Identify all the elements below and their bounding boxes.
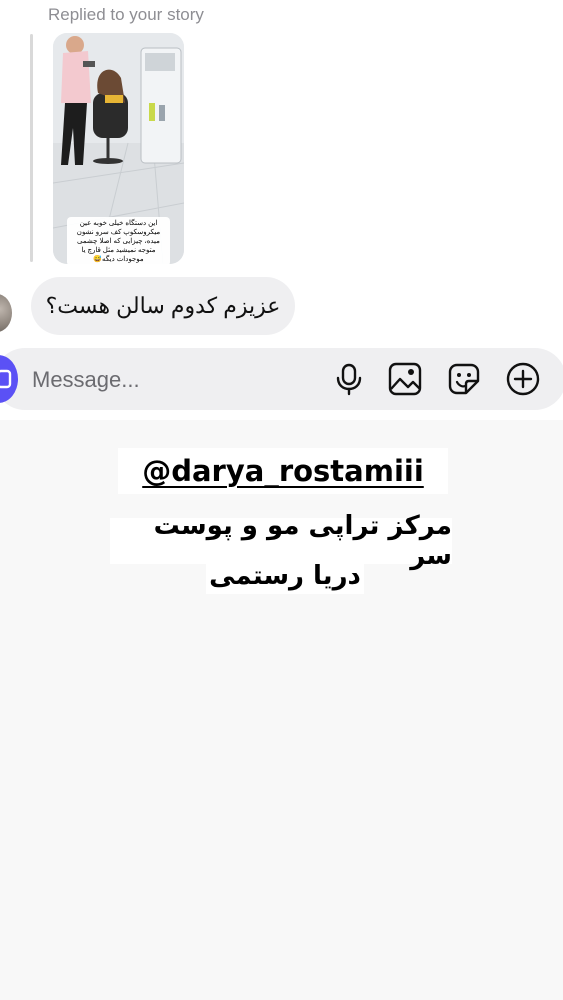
sticker-icon xyxy=(448,363,480,395)
reply-context-label: Replied to your story xyxy=(48,5,204,24)
gallery-button[interactable] xyxy=(388,362,422,396)
message-bubble[interactable]: عزیزم کدوم سالن هست؟ xyxy=(31,277,295,335)
add-button[interactable] xyxy=(506,362,540,396)
username-text: @darya_rostamiii xyxy=(142,454,424,488)
reply-indicator-bar xyxy=(30,34,33,262)
microphone-button[interactable] xyxy=(332,362,366,396)
microphone-icon xyxy=(336,363,362,396)
title-line-2-text: دریا رستمی xyxy=(209,561,361,591)
title-line-2: دریا رستمی xyxy=(206,558,364,594)
gallery-icon xyxy=(388,362,422,396)
add-icon xyxy=(506,362,540,396)
story-thumbnail[interactable]: این دستگاه خیلی خوبه عین میکروسکوپ کف سر… xyxy=(53,33,184,264)
message-input[interactable] xyxy=(30,362,304,398)
username-tag: @darya_rostamiii xyxy=(118,448,448,494)
story-caption: این دستگاه خیلی خوبه عین میکروسکوپ کف سر… xyxy=(67,217,170,264)
sticker-button[interactable] xyxy=(447,362,481,396)
camera-icon xyxy=(0,369,12,389)
message-text: عزیزم کدوم سالن هست؟ xyxy=(45,293,281,318)
